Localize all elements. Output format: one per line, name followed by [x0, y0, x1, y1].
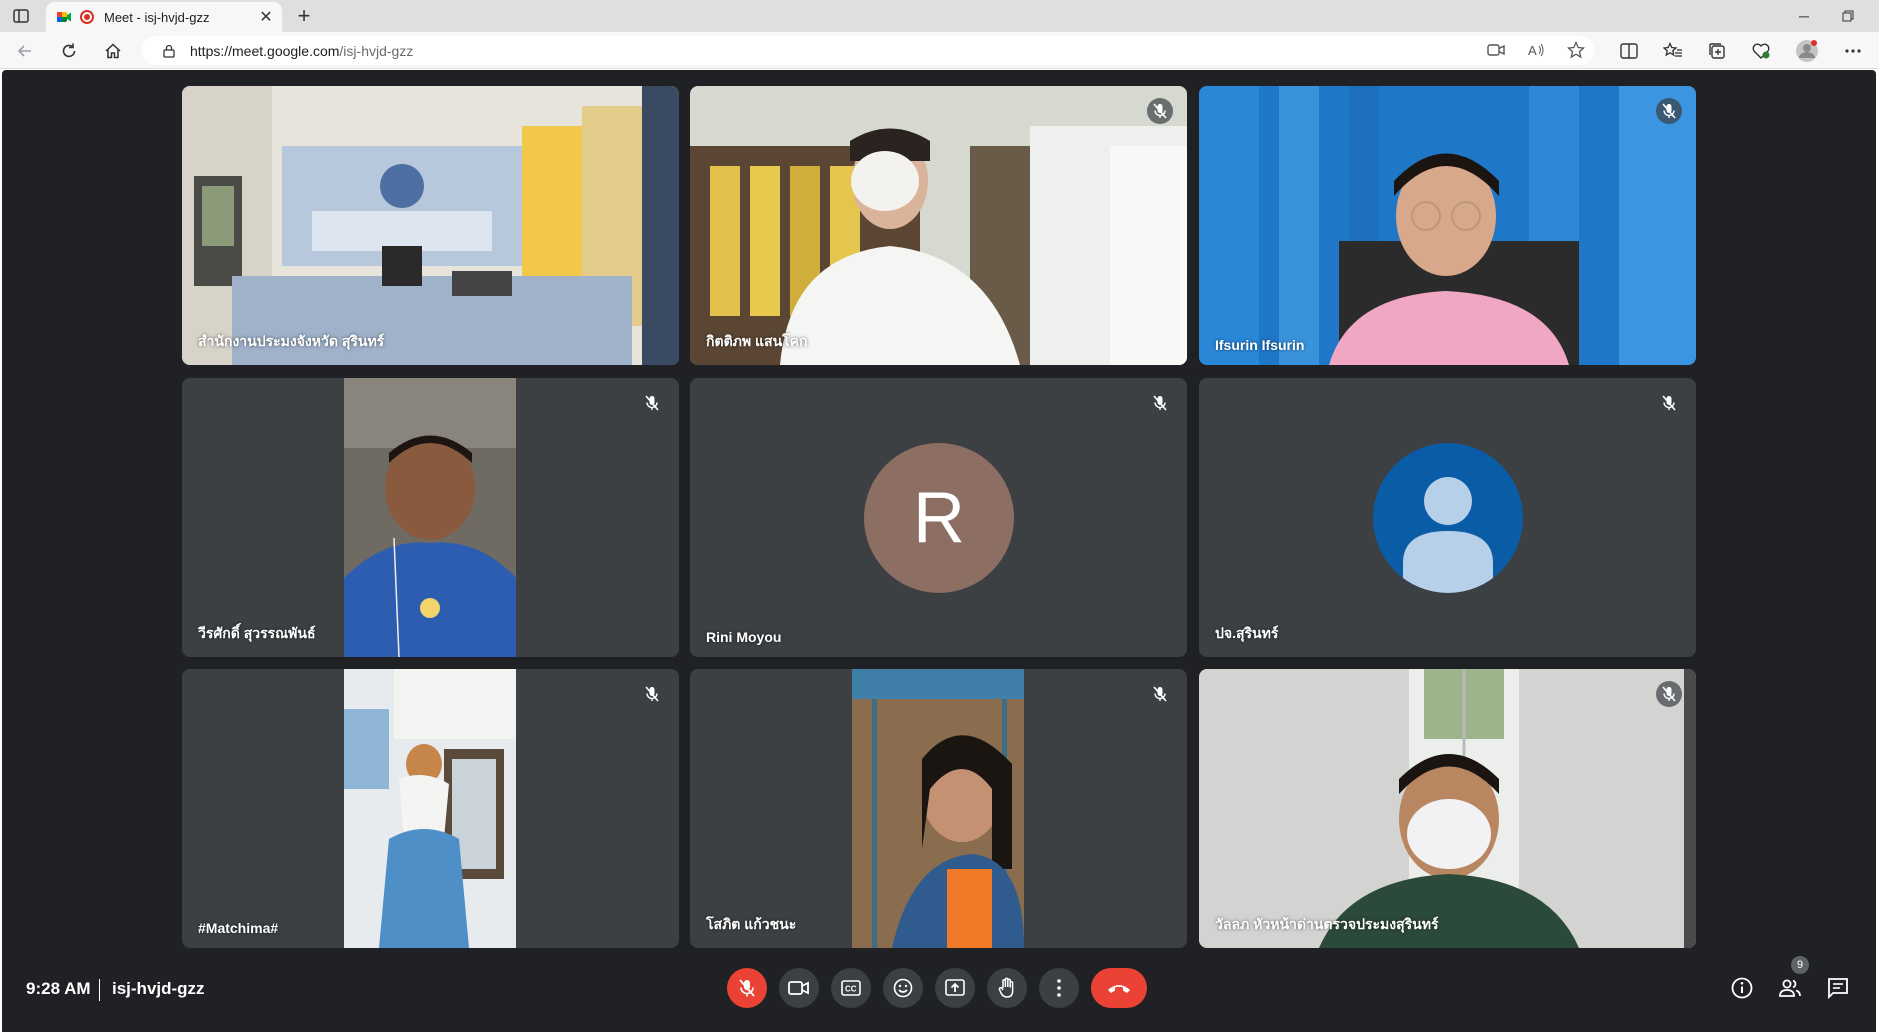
- participant-tile[interactable]: #Matchima#: [182, 669, 679, 948]
- favorite-star-icon[interactable]: [1564, 38, 1588, 62]
- minimize-window-icon[interactable]: ─: [1784, 4, 1824, 28]
- participant-video: [852, 669, 1024, 948]
- browser-essentials-icon[interactable]: [1748, 38, 1774, 64]
- participant-tile[interactable]: Ifsurin Ifsurin: [1199, 86, 1696, 365]
- participant-name: #Matchima#: [198, 920, 279, 936]
- participant-video: [1199, 86, 1696, 365]
- end-call-button[interactable]: [1091, 968, 1147, 1008]
- mic-muted-icon: [1656, 681, 1682, 707]
- meet-call-area: สำนักงานประมงจังหวัด สุรินทร์ กิตติภพ แส…: [2, 70, 1876, 1032]
- participant-tile[interactable]: วีรศักดิ์ สุวรรณพันธ์: [182, 378, 679, 657]
- chat-button[interactable]: [1820, 970, 1856, 1006]
- participant-name: วัลลภ หัวหน้าด่านตรวจประมงสุรินทร์: [1215, 916, 1439, 932]
- tab-title: Meet - isj-hvjd-gzz: [104, 9, 210, 25]
- participant-name: Ifsurin Ifsurin: [1215, 337, 1305, 353]
- mic-muted-icon: [1656, 98, 1682, 124]
- participant-name: ปจ.สุรินทร์: [1215, 625, 1279, 641]
- browser-address-bar: https://meet.google.com/isj-hvjd-gzz A: [0, 32, 1879, 69]
- mic-muted-icon: [639, 681, 665, 707]
- participant-count-badge: 9: [1791, 956, 1809, 974]
- favorites-icon[interactable]: [1660, 38, 1686, 64]
- collections-icon[interactable]: [1704, 38, 1730, 64]
- captions-button[interactable]: CC: [831, 968, 871, 1008]
- camera-in-use-icon[interactable]: [1484, 38, 1508, 62]
- participant-video: [690, 86, 1187, 365]
- tab-actions-icon[interactable]: [10, 7, 32, 25]
- participant-name: กิตติภพ แสนโคก: [706, 333, 808, 349]
- participant-tile[interactable]: กิตติภพ แสนโคก: [690, 86, 1187, 365]
- emoji-button[interactable]: [883, 968, 923, 1008]
- profile-avatar[interactable]: [1794, 38, 1820, 64]
- participant-tile[interactable]: วัลลภ หัวหน้าด่านตรวจประมงสุรินทร์: [1199, 669, 1696, 948]
- participant-name: สำนักงานประมงจังหวัด สุรินทร์: [198, 333, 385, 349]
- participant-tile[interactable]: สำนักงานประมงจังหวัด สุรินทร์: [182, 86, 679, 365]
- read-aloud-icon[interactable]: A: [1524, 38, 1548, 62]
- browser-tab-bar: Meet - isj-hvjd-gzz ✕ + ─: [0, 0, 1879, 32]
- participant-name: วีรศักดิ์ สุวรรณพันธ์: [198, 625, 316, 641]
- split-screen-icon[interactable]: [1616, 38, 1642, 64]
- participant-video: [344, 378, 516, 657]
- mic-muted-icon: [1147, 390, 1173, 416]
- participant-video: [182, 86, 679, 365]
- browser-tab-meet[interactable]: Meet - isj-hvjd-gzz ✕: [46, 2, 282, 32]
- mic-muted-icon: [1656, 390, 1682, 416]
- mic-off-button[interactable]: [727, 968, 767, 1008]
- close-tab-icon[interactable]: ✕: [256, 7, 276, 27]
- url-field[interactable]: https://meet.google.com/isj-hvjd-gzz: [142, 36, 1594, 65]
- restore-window-icon[interactable]: [1828, 4, 1868, 28]
- participant-name: โสภิต แก้วชนะ: [706, 916, 797, 932]
- refresh-icon[interactable]: [56, 38, 82, 64]
- meeting-code: isj-hvjd-gzz: [112, 979, 205, 998]
- present-screen-button[interactable]: [935, 968, 975, 1008]
- home-icon[interactable]: [100, 38, 126, 64]
- mic-muted-icon: [639, 390, 665, 416]
- svg-text:A: A: [1528, 43, 1537, 58]
- default-person-icon: [1403, 477, 1493, 593]
- svg-text:CC: CC: [845, 985, 857, 994]
- participant-tile[interactable]: ปจ.สุรินทร์: [1199, 378, 1696, 657]
- participant-tile[interactable]: โสภิต แก้วชนะ: [690, 669, 1187, 948]
- meet-favicon-icon: [57, 12, 71, 22]
- lock-icon[interactable]: [162, 44, 176, 58]
- settings-more-icon[interactable]: [1840, 38, 1866, 64]
- more-options-button[interactable]: [1039, 968, 1079, 1008]
- recording-indicator-icon: [80, 10, 94, 24]
- divider: [99, 979, 100, 1001]
- participant-video: [344, 669, 516, 948]
- url-host: https://meet.google.com: [190, 42, 340, 59]
- raise-hand-button[interactable]: [987, 968, 1027, 1008]
- participant-avatar: [1373, 443, 1523, 593]
- people-button[interactable]: [1772, 970, 1808, 1006]
- participant-avatar: R: [864, 443, 1014, 593]
- participant-video: [1199, 669, 1696, 948]
- mic-muted-icon: [1147, 98, 1173, 124]
- participant-name: Rini Moyou: [706, 629, 782, 645]
- url-path: /isj-hvjd-gzz: [339, 42, 414, 59]
- mic-muted-icon: [1147, 681, 1173, 707]
- avatar-letter: R: [913, 478, 965, 558]
- back-arrow-icon[interactable]: [12, 38, 38, 64]
- meeting-details-info-icon[interactable]: [1724, 970, 1760, 1006]
- camera-button[interactable]: [779, 968, 819, 1008]
- meeting-time: 9:28 AM: [26, 979, 91, 998]
- new-tab-icon[interactable]: +: [292, 3, 316, 28]
- participant-tile[interactable]: R Rini Moyou: [690, 378, 1187, 657]
